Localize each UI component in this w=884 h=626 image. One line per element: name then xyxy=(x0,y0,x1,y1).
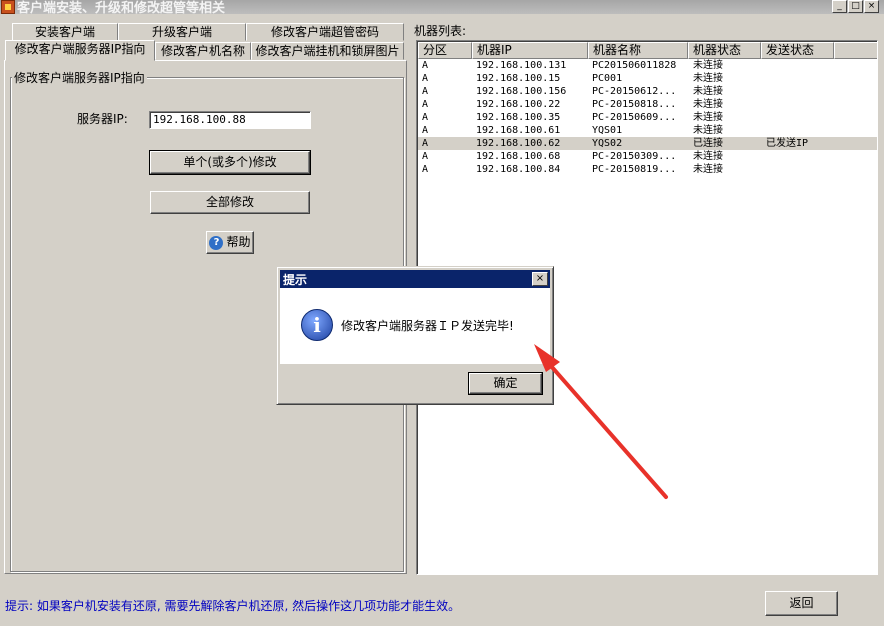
table-cell: 192.168.100.22 xyxy=(476,99,561,110)
column-header-filler xyxy=(834,42,877,59)
table-cell: 未连接 xyxy=(693,125,723,136)
ok-button[interactable]: 确定 xyxy=(468,372,543,395)
dialog-title: 提示 xyxy=(283,273,308,287)
column-header-zone[interactable]: 分区 xyxy=(418,42,472,59)
info-icon: i xyxy=(301,309,333,341)
table-cell: PC-20150819... xyxy=(592,164,677,175)
modify-all-button[interactable]: 全部修改 xyxy=(150,191,310,214)
help-button[interactable]: ? 帮助 xyxy=(206,231,254,254)
table-cell: YQS01 xyxy=(592,125,623,136)
help-icon: ? xyxy=(209,235,224,250)
table-cell: 已连接 xyxy=(693,138,723,149)
table-row[interactable]: A 192.168.100.84 PC-20150819... 未连接 xyxy=(418,163,877,176)
table-row[interactable]: A 192.168.100.156 PC-20150612... 未连接 xyxy=(418,85,877,98)
dialog-close-button[interactable]: × xyxy=(532,272,548,286)
column-header-name[interactable]: 机器名称 xyxy=(588,42,688,59)
table-cell: 192.168.100.15 xyxy=(476,73,561,84)
table-cell: A xyxy=(422,99,429,110)
table-cell: 已发送IP xyxy=(766,138,809,149)
table-cell: PC201506011828 xyxy=(592,60,677,71)
dialog-body: i 修改客户端服务器ＩＰ发送完毕! xyxy=(280,288,550,364)
table-cell: A xyxy=(422,151,429,162)
back-button[interactable]: 返回 xyxy=(765,591,838,616)
close-button[interactable]: × xyxy=(864,0,879,13)
title-bar: 客户端安装、升级和修改超管等相关 _ □ × xyxy=(0,0,884,14)
table-cell: PC001 xyxy=(592,73,623,84)
table-cell: 192.168.100.68 xyxy=(476,151,561,162)
table-cell: A xyxy=(422,86,429,97)
table-cell: 192.168.100.84 xyxy=(476,164,561,175)
single-modify-button[interactable]: 单个(或多个)修改 xyxy=(149,150,311,175)
table-cell: A xyxy=(422,138,429,149)
table-cell: PC-20150818... xyxy=(592,99,677,110)
table-cell: 未连接 xyxy=(693,164,723,175)
table-cell: 未连接 xyxy=(693,86,723,97)
table-cell: A xyxy=(422,125,429,136)
dialog-title-bar: 提示 × xyxy=(280,270,550,288)
tab-modify-admin-password[interactable]: 修改客户端超管密码 xyxy=(246,23,404,41)
message-dialog: 提示 × i 修改客户端服务器ＩＰ发送完毕! 确定 xyxy=(276,266,554,405)
table-cell: 未连接 xyxy=(693,60,723,71)
table-cell: 192.168.100.131 xyxy=(476,60,567,71)
table-cell: 未连接 xyxy=(693,99,723,110)
column-header-send-status[interactable]: 发送状态 xyxy=(761,42,834,59)
table-cell: 192.168.100.62 xyxy=(476,138,561,149)
table-row[interactable]: A 192.168.100.131 PC201506011828 未连接 xyxy=(418,59,877,72)
table-cell: A xyxy=(422,164,429,175)
column-header-status[interactable]: 机器状态 xyxy=(688,42,761,59)
table-cell: A xyxy=(422,73,429,84)
server-ip-label: 服务器IP: xyxy=(77,112,128,126)
machine-list-label: 机器列表: xyxy=(414,24,467,38)
table-row[interactable]: A 192.168.100.62 YQS02 已连接 已发送IP xyxy=(418,137,877,150)
table-cell: 未连接 xyxy=(693,151,723,162)
tab-modify-machine-name[interactable]: 修改客户机名称 xyxy=(155,42,251,60)
table-cell: 未连接 xyxy=(693,112,723,123)
app-icon xyxy=(1,0,15,14)
maximize-button[interactable]: □ xyxy=(848,0,863,13)
table-cell: 192.168.100.61 xyxy=(476,125,561,136)
table-row[interactable]: A 192.168.100.22 PC-20150818... 未连接 xyxy=(418,98,877,111)
tab-modify-server-ip[interactable]: 修改客户端服务器IP指向 xyxy=(5,40,155,61)
table-row[interactable]: A 192.168.100.68 PC-20150309... 未连接 xyxy=(418,150,877,163)
table-row[interactable]: A 192.168.100.15 PC001 未连接 xyxy=(418,72,877,85)
table-cell: PC-20150609... xyxy=(592,112,677,123)
group-title: 修改客户端服务器IP指向 xyxy=(12,69,147,86)
table-cell: 未连接 xyxy=(693,73,723,84)
window-title: 客户端安装、升级和修改超管等相关 xyxy=(17,1,226,14)
table-cell: YQS02 xyxy=(592,138,623,149)
server-ip-input[interactable]: 192.168.100.88 xyxy=(149,111,311,129)
list-header: 分区 机器IP 机器名称 机器状态 发送状态 xyxy=(418,42,877,59)
table-cell: 192.168.100.156 xyxy=(476,86,567,97)
table-cell: A xyxy=(422,112,429,123)
table-cell: 192.168.100.35 xyxy=(476,112,561,123)
table-row[interactable]: A 192.168.100.61 YQS01 未连接 xyxy=(418,124,877,137)
hint-text: 提示: 如果客户机安装有还原, 需要先解除客户机还原, 然后操作这几项功能才能生… xyxy=(5,599,461,613)
tab-upgrade-client[interactable]: 升级客户端 xyxy=(118,23,246,41)
help-button-label: 帮助 xyxy=(226,235,251,249)
minimize-button[interactable]: _ xyxy=(832,0,847,13)
table-cell: A xyxy=(422,60,429,71)
table-row[interactable]: A 192.168.100.35 PC-20150609... 未连接 xyxy=(418,111,877,124)
table-cell: PC-20150612... xyxy=(592,86,677,97)
tab-install-client[interactable]: 安装客户端 xyxy=(12,23,118,41)
column-header-ip[interactable]: 机器IP xyxy=(472,42,588,59)
tab-modify-lock-image[interactable]: 修改客户端挂机和锁屏图片 xyxy=(251,42,404,60)
dialog-message: 修改客户端服务器ＩＰ发送完毕! xyxy=(341,319,514,333)
table-cell: PC-20150309... xyxy=(592,151,677,162)
